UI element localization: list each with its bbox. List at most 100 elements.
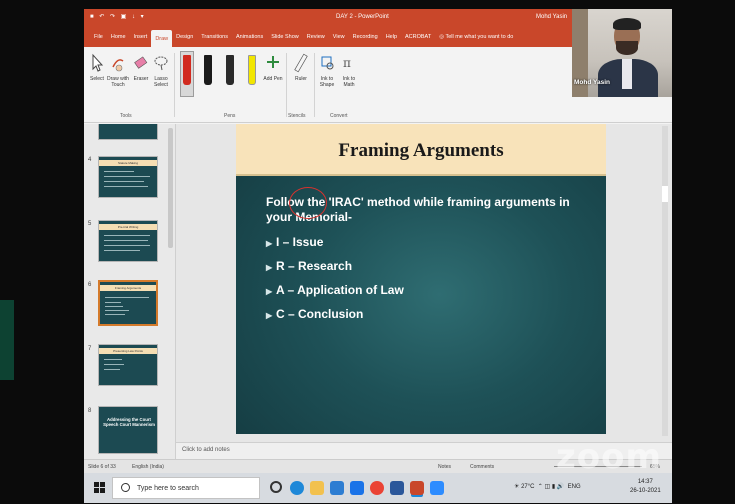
- tab-file[interactable]: File: [90, 30, 107, 44]
- add-pen-button[interactable]: Add Pen: [262, 53, 284, 82]
- mail-icon[interactable]: [350, 481, 364, 495]
- slide-thumbnail-selected[interactable]: Framing Arguments: [98, 280, 158, 326]
- slide-scrollbar[interactable]: [662, 126, 668, 436]
- bullet-text: C – Conclusion: [276, 307, 364, 321]
- thumbnail-text-line: [105, 302, 121, 303]
- thumbnail-text-line: [105, 314, 125, 315]
- window-title: DAY 2 - PowerPoint: [336, 14, 389, 20]
- tab-draw[interactable]: Draw: [151, 30, 173, 47]
- thumbnail-title: Framing Arguments: [100, 285, 156, 291]
- tab-home[interactable]: Home: [107, 30, 130, 44]
- bullet-item: ▶ C – Conclusion: [266, 303, 586, 327]
- irac-highlight: 'IRAC': [328, 195, 364, 209]
- eraser-button[interactable]: Eraser: [130, 53, 152, 82]
- thumbnail-text-line: [104, 176, 150, 177]
- powerpoint-icon[interactable]: [410, 481, 424, 495]
- ink-to-math-button[interactable]: π Ink to Math: [338, 53, 360, 88]
- edge-icon[interactable]: [290, 481, 304, 495]
- search-icon: [121, 483, 130, 492]
- thumbnail-title: Presenting Law Points: [99, 348, 157, 354]
- highlighter-yellow-icon[interactable]: [248, 55, 256, 85]
- tab-design[interactable]: Design: [172, 30, 197, 44]
- tab-acrobat[interactable]: ACROBAT: [401, 30, 435, 44]
- clock-date: 26-10-2021: [630, 488, 661, 494]
- cursor-icon: [92, 53, 104, 72]
- thumbnail-title: Statute Making: [99, 160, 157, 166]
- taskbar-search[interactable]: Type here to search: [112, 477, 260, 499]
- slide-thumbnail[interactable]: Presenting Law Points: [98, 344, 158, 386]
- word-icon[interactable]: [390, 481, 404, 495]
- slide-thumbnail[interactable]: Pre-trial Writing: [98, 220, 158, 262]
- thumbnail-text-line: [104, 235, 150, 236]
- windows-start-icon[interactable]: [94, 482, 106, 494]
- slide-editor: Framing Arguments Follow the 'IRAC' meth…: [176, 124, 672, 459]
- task-view-icon[interactable]: [270, 481, 282, 493]
- tab-slide-show[interactable]: Slide Show: [267, 30, 303, 44]
- comments-button[interactable]: Comments: [470, 464, 494, 470]
- input-language: ENG: [567, 484, 581, 490]
- add-pen-label: Add Pen: [263, 76, 283, 82]
- tab-animations[interactable]: Animations: [232, 30, 267, 44]
- select-button[interactable]: Select: [86, 53, 108, 82]
- store-icon[interactable]: [330, 481, 344, 495]
- slide-number: 6: [88, 282, 92, 288]
- ink-to-shape-button[interactable]: Ink to Shape: [316, 53, 338, 88]
- thumbnail-text-line: [104, 181, 144, 182]
- slide-thumbnail[interactable]: Addressing the Court Speech Court Manner…: [98, 406, 158, 454]
- quick-access-toolbar[interactable]: ■ ↶ ↷ ▣ ↓ ▾: [90, 13, 146, 20]
- pen-red-icon: [183, 55, 191, 85]
- shared-screen: ■ ↶ ↷ ▣ ↓ ▾ DAY 2 - PowerPoint Mohd Yasi…: [84, 9, 672, 503]
- stencils-group-label: Stencils: [288, 113, 306, 119]
- bullet-item: ▶ A – Application of Law: [266, 279, 586, 303]
- thumbnail-text-line: [104, 240, 148, 241]
- ink-to-math-label: Ink to Math: [342, 76, 356, 88]
- tab-review[interactable]: Review: [303, 30, 329, 44]
- zoom-watermark: zoom: [556, 437, 662, 477]
- pen-dark-icon[interactable]: [226, 55, 234, 85]
- arrow-bullet-icon: ▶: [266, 263, 273, 272]
- lasso-icon: [154, 56, 168, 71]
- taskbar-clock[interactable]: 14:37 26-10-2021: [630, 478, 661, 496]
- thumbnail-text-line: [104, 364, 124, 365]
- thumbnail-text-line: [104, 359, 122, 360]
- tab-help[interactable]: Help: [382, 30, 401, 44]
- plus-icon: [267, 56, 279, 68]
- current-slide[interactable]: Framing Arguments Follow the 'IRAC' meth…: [236, 124, 606, 434]
- tab-transitions[interactable]: Transitions: [197, 30, 232, 44]
- slide-number: 4: [88, 157, 92, 163]
- ruler-button[interactable]: Ruler: [290, 53, 312, 82]
- file-explorer-icon[interactable]: [310, 481, 324, 495]
- scrollbar-thumb[interactable]: [662, 186, 668, 202]
- draw-with-touch-button[interactable]: Draw with Touch: [106, 53, 130, 88]
- pen-black-icon[interactable]: [204, 55, 212, 85]
- ruler-label: Ruler: [295, 76, 307, 82]
- tab-insert[interactable]: Insert: [130, 30, 152, 44]
- notes-button[interactable]: Notes: [438, 464, 451, 470]
- ink-shape-icon: [321, 56, 334, 70]
- tab-view[interactable]: View: [329, 30, 349, 44]
- video-person-beard: [616, 41, 638, 55]
- tell-me-search[interactable]: ◎ Tell me what you want to do: [439, 34, 513, 40]
- tab-recording[interactable]: Recording: [349, 30, 382, 44]
- language-indicator[interactable]: English (India): [132, 464, 164, 470]
- slide-thumbnail[interactable]: [98, 124, 158, 140]
- thumbnail-text-line: [105, 310, 129, 311]
- slide-thumbnail[interactable]: Statute Making: [98, 156, 158, 198]
- participant-video[interactable]: Mohd Yasin: [572, 9, 672, 97]
- slide-thumbnail-panel[interactable]: 4 Statute Making 5 Pre-trial Writing 6 F…: [84, 124, 176, 459]
- thumbnail-text-line: [104, 245, 150, 246]
- bullet-item: ▶ I – Issue: [266, 231, 586, 255]
- bullet-list: ▶ I – Issue ▶ R – Research ▶ A – Applicatio…: [266, 231, 586, 327]
- lightbulb-icon: ◎: [439, 34, 444, 40]
- video-person-hair: [613, 18, 641, 30]
- arrow-bullet-icon: ▶: [266, 311, 273, 320]
- eraser-icon: [134, 56, 148, 69]
- zoom-app-icon[interactable]: [430, 481, 444, 495]
- bullet-text: I – Issue: [276, 235, 324, 249]
- thumbnail-scrollbar[interactable]: [168, 128, 173, 248]
- chrome-icon[interactable]: [370, 481, 384, 495]
- slide-title: Framing Arguments: [338, 140, 504, 161]
- lasso-select-button[interactable]: Lasso Select: [150, 53, 172, 88]
- account-name[interactable]: Mohd Yasin: [536, 14, 567, 20]
- system-tray[interactable]: ☀ 27°C ⌃ ◫ ▮ 🔊 ENG: [514, 483, 581, 490]
